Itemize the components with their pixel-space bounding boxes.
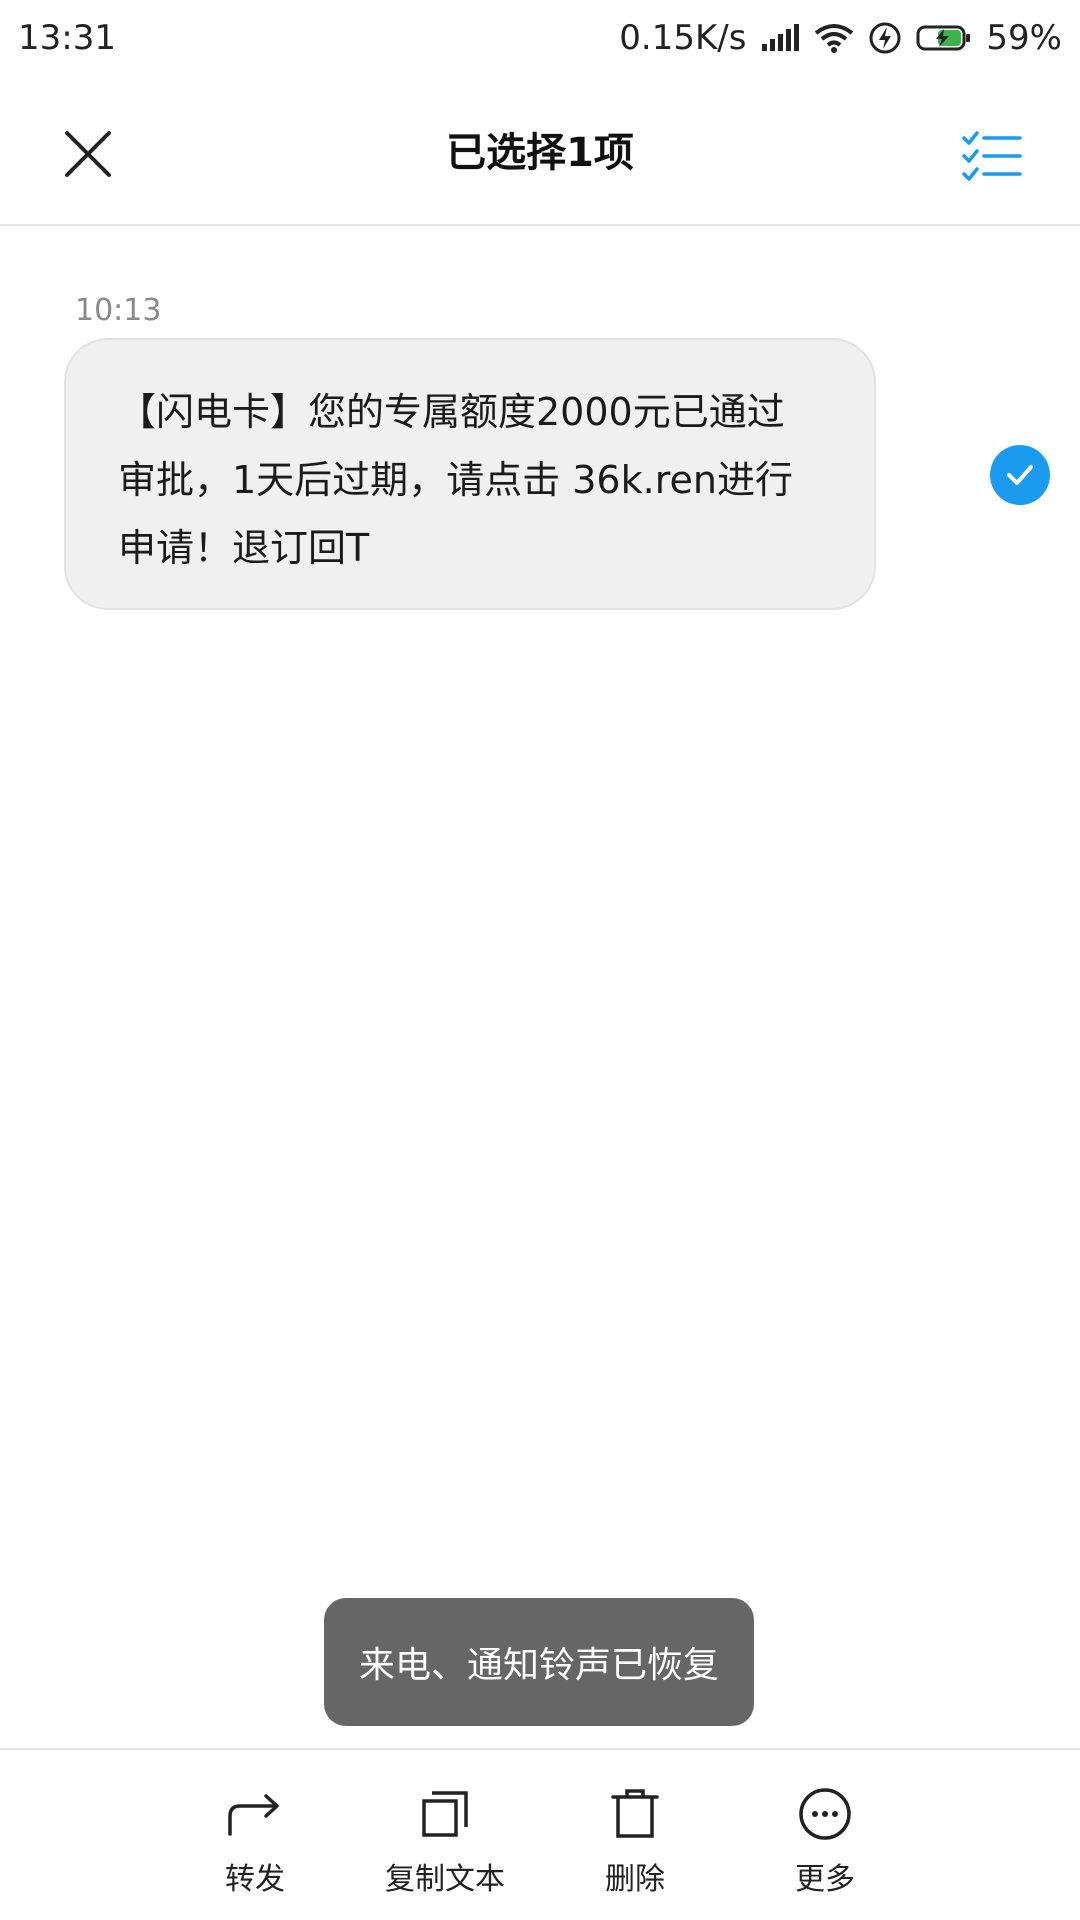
more-button[interactable]: 更多 bbox=[740, 1784, 910, 1898]
copy-icon bbox=[410, 1784, 480, 1844]
checklist-icon bbox=[962, 131, 1022, 181]
page-title: 已选择1项 bbox=[446, 130, 634, 176]
forward-label: 转发 bbox=[225, 1862, 285, 1897]
flash-icon bbox=[868, 21, 902, 55]
forward-icon bbox=[220, 1784, 290, 1844]
status-indicators: 0.15K/s 59% bbox=[619, 18, 1062, 58]
bottom-action-bar: 转发 复制文本 删除 更多 bbox=[0, 1748, 1080, 1920]
copy-text-button[interactable]: 复制文本 bbox=[360, 1784, 530, 1898]
message-text: 【闪电卡】您的专属额度2000元已通过审批，1天后过期，请点击 36k.ren进… bbox=[118, 390, 793, 570]
copy-text-label: 复制文本 bbox=[385, 1862, 505, 1897]
toast-text: 来电、通知铃声已恢复 bbox=[358, 1645, 719, 1686]
signal-icon bbox=[760, 24, 800, 52]
forward-button[interactable]: 转发 bbox=[170, 1784, 340, 1898]
network-speed: 0.15K/s bbox=[619, 18, 747, 58]
battery-level: 59% bbox=[986, 18, 1062, 58]
status-time: 13:31 bbox=[18, 18, 116, 58]
battery-charging-icon bbox=[916, 23, 972, 53]
message-select-checkbox[interactable] bbox=[990, 445, 1050, 505]
delete-icon bbox=[600, 1784, 670, 1844]
toast-notification: 来电、通知铃声已恢复 bbox=[324, 1598, 754, 1726]
selection-header: 已选择1项 bbox=[0, 76, 1080, 226]
checkmark-icon bbox=[1007, 465, 1033, 485]
message-timestamp: 10:13 bbox=[75, 293, 162, 328]
delete-button[interactable]: 删除 bbox=[550, 1784, 720, 1898]
message-bubble[interactable]: 【闪电卡】您的专属额度2000元已通过审批，1天后过期，请点击 36k.ren进… bbox=[64, 338, 876, 610]
wifi-icon bbox=[814, 23, 854, 53]
more-icon bbox=[790, 1784, 860, 1844]
more-label: 更多 bbox=[795, 1862, 855, 1897]
delete-label: 删除 bbox=[605, 1862, 665, 1897]
select-all-button[interactable] bbox=[952, 118, 1032, 198]
status-bar: 13:31 0.15K/s 59% bbox=[0, 0, 1080, 76]
